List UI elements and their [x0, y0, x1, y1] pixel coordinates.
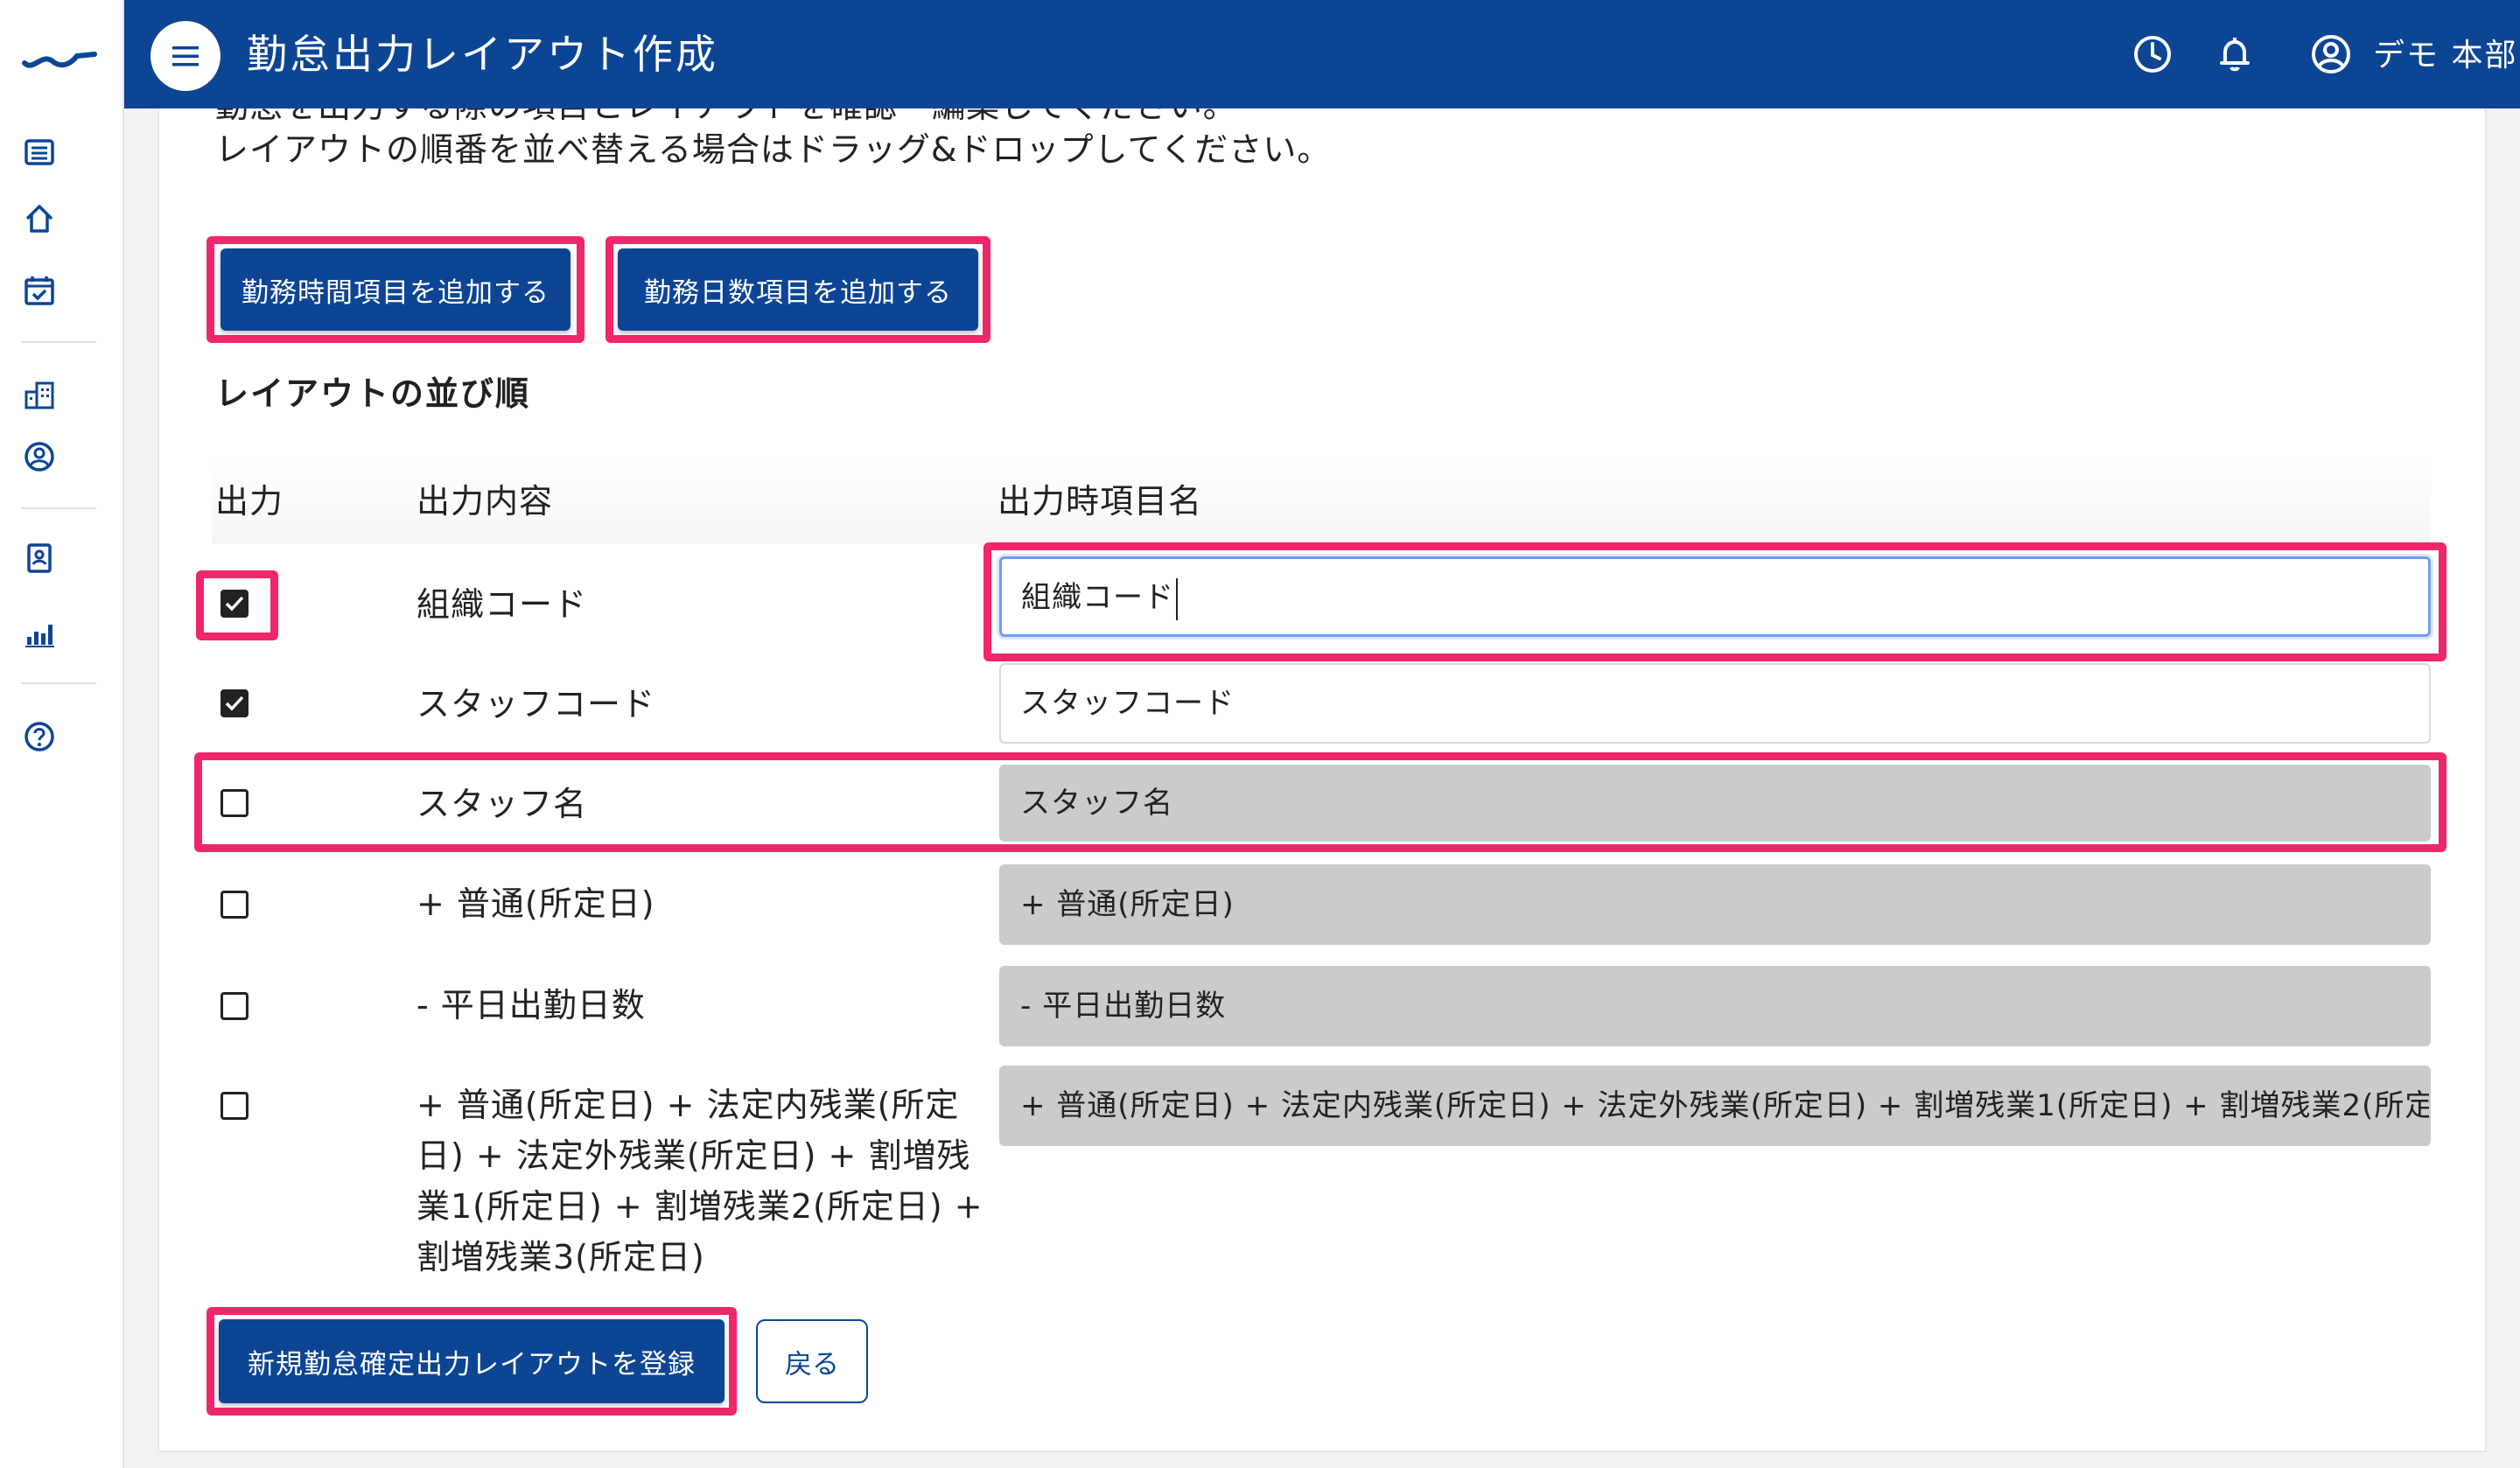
user-circle-icon[interactable]	[2308, 31, 2354, 77]
app-header: 勤怠出力レイアウト作成 デモ 本部	[124, 0, 2520, 108]
intro-text-line2: レイアウトの順番を並べ替える場合はドラッグ&ドロップしてください。	[215, 130, 1332, 169]
menu-icon	[172, 46, 199, 66]
add-time-item-button[interactable]: 勤務時間項目を追加する	[220, 248, 570, 331]
output-checkbox[interactable]	[220, 689, 248, 717]
item-name-input[interactable]: + 普通(所定日) + 法定内残業(所定日) + 法定外残業(所定日) + 割増…	[999, 1066, 2431, 1146]
user-circle-icon[interactable]	[18, 436, 60, 478]
item-name-input[interactable]: 組織コード	[999, 556, 2431, 637]
output-checkbox[interactable]	[220, 891, 248, 919]
table-header: 出力 出力内容 出力時項目名	[212, 457, 2431, 544]
output-checkbox[interactable]	[220, 1092, 248, 1120]
app-logo	[22, 52, 97, 68]
row-label: スタッフ名	[416, 785, 588, 823]
column-header-name: 出力時項目名	[998, 482, 1203, 521]
output-checkbox[interactable]	[220, 590, 248, 618]
item-name-input[interactable]: + 普通(所定日)	[999, 864, 2431, 945]
register-layout-button[interactable]: 新規勤怠確定出力レイアウトを登録	[219, 1319, 724, 1403]
output-checkbox[interactable]	[220, 789, 248, 817]
bar-chart-icon[interactable]	[18, 612, 60, 654]
user-name[interactable]: デモ 本部	[2373, 35, 2517, 77]
text-cursor	[1176, 577, 1178, 620]
list-icon[interactable]	[18, 131, 60, 173]
help-circle-icon[interactable]	[18, 716, 60, 758]
sidebar-divider	[21, 507, 96, 509]
row-label: 組織コード	[416, 585, 588, 624]
layout-form-card: 勤怠を出力する際の項目とレイアウトを確認・編集してください。 レイアウトの順番を…	[158, 108, 2487, 1452]
sidebar-divider	[21, 341, 96, 343]
column-header-content: 出力内容	[416, 482, 554, 521]
clock-icon[interactable]	[2130, 31, 2175, 77]
row-label: + 普通(所定日)	[416, 884, 655, 923]
add-days-item-button[interactable]: 勤務日数項目を追加する	[618, 248, 978, 331]
home-icon[interactable]	[18, 198, 60, 240]
back-button[interactable]: 戻る	[756, 1319, 868, 1403]
id-badge-icon[interactable]	[18, 537, 60, 579]
item-name-input[interactable]: スタッフコード	[999, 663, 2431, 744]
sidebar-divider	[21, 682, 96, 684]
column-header-output: 出力	[215, 482, 284, 521]
menu-button[interactable]	[150, 21, 220, 91]
row-label: + 普通(所定日) + 法定内残業(所定日) + 法定外残業(所定日) + 割増…	[416, 1086, 984, 1276]
calendar-check-icon[interactable]	[18, 269, 60, 311]
check-icon	[225, 596, 244, 612]
page-title: 勤怠出力レイアウト作成	[247, 31, 718, 78]
bell-icon[interactable]	[2212, 31, 2258, 77]
building-icon[interactable]	[18, 374, 60, 416]
row-label: - 平日出勤日数	[416, 986, 646, 1024]
section-title: レイアウトの並び順	[215, 374, 531, 413]
sidebar	[0, 0, 124, 1468]
item-name-input[interactable]: - 平日出勤日数	[999, 966, 2431, 1046]
row-label: スタッフコード	[416, 685, 656, 724]
check-icon	[225, 696, 244, 711]
output-checkbox[interactable]	[220, 992, 248, 1020]
item-name-input[interactable]: スタッフ名	[999, 765, 2431, 842]
